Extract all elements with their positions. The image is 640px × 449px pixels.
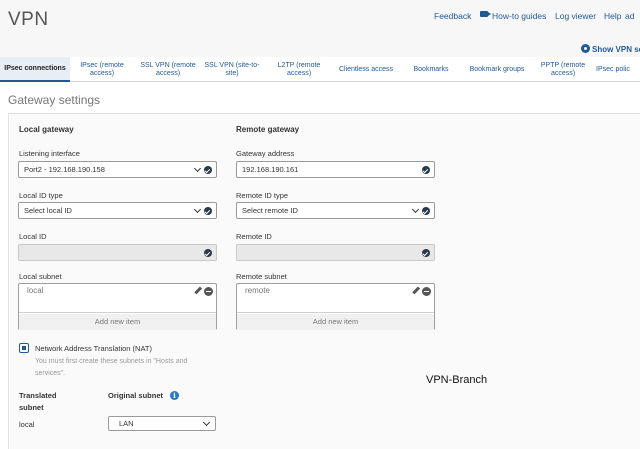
remove-icon[interactable] bbox=[422, 287, 431, 296]
remote-subnet-list: remote Add new item bbox=[236, 283, 435, 330]
translated-subnet-value: local bbox=[19, 420, 35, 429]
remote-id-type-select[interactable]: Select remote ID bbox=[236, 202, 435, 219]
nat-label: Network Address Translation (NAT) bbox=[35, 344, 152, 353]
local-id-field bbox=[18, 244, 217, 261]
local-subnet-list: local Add new item bbox=[18, 283, 217, 330]
page-title: VPN bbox=[8, 9, 49, 30]
tab-bookmark-groups[interactable]: Bookmark groups bbox=[462, 57, 532, 82]
remote-id-type-value: Select remote ID bbox=[242, 206, 298, 215]
tab-clientless-access[interactable]: Clientless access bbox=[334, 57, 398, 82]
remote-subnet-item[interactable]: remote bbox=[237, 284, 434, 313]
check-circle-icon bbox=[422, 249, 430, 257]
local-subnet-item[interactable]: local bbox=[19, 284, 216, 313]
tab-ssl-vpn-site-to-site[interactable]: SSL VPN (site-to-site) bbox=[202, 57, 262, 82]
section-title: Gateway settings bbox=[8, 93, 101, 107]
check-circle-icon bbox=[204, 207, 212, 215]
nat-note: You must first create these subnets in "… bbox=[35, 358, 188, 377]
chevron-down-icon bbox=[193, 205, 202, 214]
original-subnet-value: LAN bbox=[119, 419, 134, 428]
annotation-label: VPN-Branch bbox=[426, 374, 488, 386]
tab-ipsec-connections[interactable]: IPsec connections bbox=[0, 57, 70, 82]
info-icon[interactable]: i bbox=[170, 391, 179, 400]
check-circle-icon bbox=[204, 249, 212, 257]
chevron-down-icon bbox=[411, 205, 420, 214]
pencil-icon[interactable] bbox=[194, 286, 202, 294]
remote-gateway-title: Remote gateway bbox=[236, 125, 300, 134]
gateway-address-input[interactable]: 192.168.190.161 bbox=[236, 161, 435, 178]
local-subnet-value: local bbox=[27, 286, 44, 295]
remote-add-new-item-button[interactable]: Add new item bbox=[237, 314, 434, 330]
local-id-type-value: Select local ID bbox=[24, 206, 72, 215]
remote-subnet-value: remote bbox=[245, 286, 270, 295]
feedback-link[interactable]: Feedback bbox=[434, 11, 471, 21]
original-subnet-select[interactable]: LAN bbox=[108, 416, 216, 431]
listening-interface-select[interactable]: Port2 - 192.168.190.158 bbox=[18, 161, 217, 178]
remote-id-type-label: Remote ID type bbox=[236, 191, 289, 200]
local-add-new-item-button[interactable]: Add new item bbox=[19, 314, 216, 330]
show-vpn-settings-label: Show VPN set bbox=[592, 45, 640, 54]
tab-ipsec-policies[interactable]: IPsec polic bbox=[596, 57, 640, 82]
gateway-address-value: 192.168.190.161 bbox=[242, 165, 299, 174]
admin-link[interactable]: ad bbox=[625, 11, 634, 21]
show-vpn-settings-button[interactable]: Show VPN set bbox=[581, 43, 640, 54]
remove-icon[interactable] bbox=[204, 287, 213, 296]
listening-interface-label: Listening interface bbox=[19, 149, 80, 158]
how-to-guides-link[interactable]: How-to guides bbox=[492, 11, 546, 21]
remote-subnet-label: Remote subnet bbox=[236, 272, 287, 281]
tab-bar: IPsec connections IPsec (remote access) … bbox=[0, 57, 640, 82]
local-id-label: Local ID bbox=[19, 232, 47, 241]
local-id-type-select[interactable]: Select local ID bbox=[18, 202, 217, 219]
check-circle-icon bbox=[422, 207, 430, 215]
top-bar: VPN Feedback How-to guides Log viewer He… bbox=[0, 0, 640, 62]
translated-subnet-header: Translated subnet bbox=[19, 391, 57, 412]
chevron-down-icon bbox=[193, 164, 202, 173]
tab-ipsec-remote-access[interactable]: IPsec (remote access) bbox=[72, 57, 132, 82]
local-gateway-title: Local gateway bbox=[19, 125, 74, 134]
check-circle-icon bbox=[422, 166, 430, 174]
pencil-icon[interactable] bbox=[412, 286, 420, 294]
help-link[interactable]: Help bbox=[604, 11, 621, 21]
local-id-type-label: Local ID type bbox=[19, 191, 63, 200]
gateway-address-label: Gateway address bbox=[236, 149, 295, 158]
remote-id-field bbox=[236, 244, 435, 261]
nat-checkbox[interactable] bbox=[19, 343, 29, 353]
listening-interface-value: Port2 - 192.168.190.158 bbox=[24, 165, 105, 174]
original-subnet-header: Original subnet bbox=[108, 391, 164, 400]
chevron-down-icon bbox=[202, 418, 211, 427]
remote-id-label: Remote ID bbox=[236, 232, 272, 241]
tab-l2tp-remote-access[interactable]: L2TP (remote access) bbox=[268, 57, 330, 82]
gear-icon bbox=[581, 44, 590, 53]
check-circle-icon bbox=[204, 166, 212, 174]
tab-pptp-remote-access[interactable]: PPTP (remote access) bbox=[534, 57, 592, 82]
local-subnet-label: Local subnet bbox=[19, 272, 62, 281]
tab-ssl-vpn-remote-access[interactable]: SSL VPN (remote access) bbox=[136, 57, 200, 82]
tab-bookmarks[interactable]: Bookmarks bbox=[404, 57, 458, 82]
log-viewer-link[interactable]: Log viewer bbox=[555, 11, 596, 21]
